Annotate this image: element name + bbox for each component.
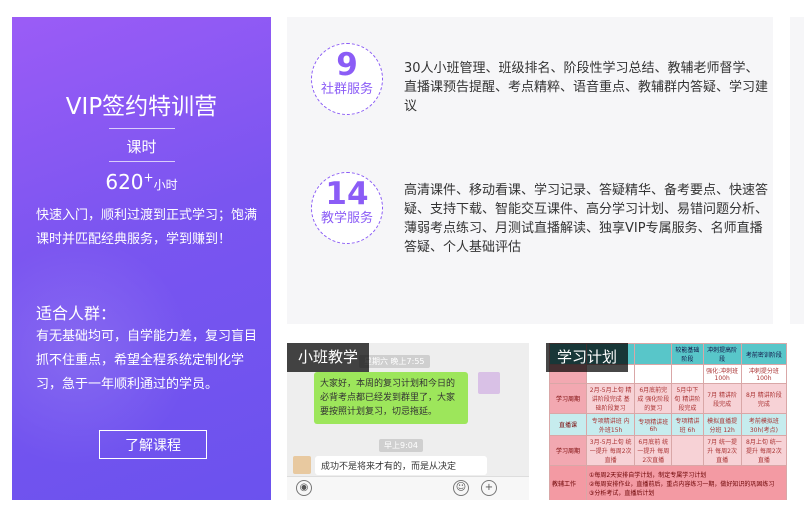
table-row: 教辅工作 ①每周2天安排自学计划，制定专属学习计划 ②每周安排作业，直播前后，重… (549, 465, 787, 500)
teaching-service-count: 14 (325, 176, 369, 212)
table-cell: 7月 统一提升 每周2次直播 (702, 435, 742, 466)
table-cell (634, 364, 673, 384)
table-cell: 较能基础阶段 (671, 343, 704, 365)
table-cell: 专项精讲班 6h (634, 413, 673, 436)
table-cell: 考前模拟班 30h(考点) (740, 413, 788, 436)
divider-bottom (109, 161, 175, 162)
table-cell (634, 343, 673, 365)
community-service-list: 30人小班管理、班级排名、阶段性学习总结、教辅老师督学、直播课预告提醒、考点精粹… (404, 61, 769, 114)
chat-message-2: 成功不是将来才有的，而是从决定 (315, 456, 487, 475)
table-cell: ①每周2天安排自学计划，制定专属学习计划 ②每周安排作业，直播前后，重点内容练习… (586, 465, 787, 500)
promo-hours: 620+小时 (12, 170, 271, 194)
table-cell: 5月中下旬 精讲阶段完成 (671, 383, 704, 414)
study-plan-photo: 学习计划 较能基础阶段 冲刺提高阶段 考前密训阶段 强化:冲刺班100h 冲刺提… (546, 343, 790, 500)
next-card-edge (790, 17, 804, 324)
emoji-icon: ☺ (453, 480, 469, 496)
services-panel: 9 社群服务 30人小班管理、班级排名、阶段性学习总结、教辅老师督学、直播课预告… (287, 17, 773, 324)
audience-description: 有无基础均可，自学能力差，复习盲目抓不住重点，希望全程系统定制化学习，急于一年顺… (36, 329, 258, 392)
table-note: ①每周2天安排自学计划，制定专属学习计划 (589, 472, 707, 479)
table-note: ③分析考试，直播后计划 (589, 490, 655, 497)
promo-description: 快速入门，顺利过渡到正式学习；饱满课时并匹配经典服务，学到赚到！ (36, 208, 258, 247)
teaching-service-badge: 14 教学服务 (311, 172, 383, 244)
table-cell: 3月-5月上旬 统一提升 每周2次直播 (585, 435, 636, 466)
community-service-count: 9 (336, 47, 358, 83)
table-cell: 模拟直播提分班 12h (702, 413, 742, 436)
table-cell: 专项精讲班 内外班15h (585, 413, 636, 436)
table-row-header: 学习周期 (549, 435, 587, 466)
promo-subtitle: 课时 (126, 138, 157, 156)
chat-timestamp-1: 星期六 晚上7:55 (359, 355, 430, 368)
table-note: ②每周安排作业，直播前后，重点内容练习一期，做好知识的巩固练习 (589, 481, 775, 488)
plus-icon: + (481, 480, 497, 496)
table-row-header: 教辅工作 (549, 465, 587, 500)
avatar (293, 456, 311, 474)
table-cell: 考前密训阶段 (740, 343, 788, 365)
table-cell: 8月 精讲阶段完成 (740, 383, 788, 414)
table-cell: 冲刺提高阶段 (702, 343, 742, 365)
study-plan-label: 学习计划 (546, 343, 629, 372)
table-cell: 6月底前 统一提升 每周2次直播 (634, 435, 673, 466)
small-class-label: 小班教学 (287, 343, 370, 372)
table-cell: 8月上旬 统一提升 每周2次直播 (740, 435, 788, 466)
audience-title: 适合人群： (36, 304, 117, 323)
table-row: 学习周期 3月-5月上旬 统一提升 每周2次直播 6月底前 统一提升 每周2次直… (549, 435, 788, 466)
hours-plus: + (143, 170, 154, 185)
chat-message-1: 大家好，本周的复习计划和今日的必背考点都已经发到群里了，大家要按照计划复习，切忌… (314, 372, 468, 424)
table-cell (671, 364, 704, 384)
table-cell: 专项精讲班 6h (671, 413, 704, 436)
community-service-badge: 9 社群服务 (311, 43, 383, 115)
avatar (478, 372, 500, 394)
teaching-service-label: 教学服务 (320, 211, 373, 226)
hours-value: 620 (105, 170, 144, 194)
voice-icon: ◉ (296, 480, 312, 496)
vip-promo-card: VIP签约特训营 课时 620+小时 快速入门，顺利过渡到正式学习；饱满课时并匹… (12, 17, 271, 500)
table-row: 学习周期 2月-5月上旬 精讲阶段完成 基础阶段复习 6月底前完成 强化阶段的复… (549, 383, 788, 414)
hours-unit: 小时 (153, 178, 178, 192)
table-cell: 强化:冲刺班100h (702, 364, 742, 384)
teaching-service-list: 高清课件、移动看课、学习记录、答疑精华、备考要点、快速答疑、支持下载、智能交互课… (404, 183, 769, 255)
table-row-header: 直播课 (549, 413, 587, 436)
chat-input-bar: ◉ ☺ + (287, 476, 529, 500)
divider-top (109, 128, 175, 129)
small-class-photo: 小班教学 星期六 晚上7:55 大家好，本周的复习计划和今日的必背考点都已经发到… (287, 343, 529, 500)
table-cell: 6月底前完成 强化阶段的复习 (634, 383, 673, 414)
chat-timestamp-2: 早上9:04 (379, 439, 423, 452)
table-cell: 冲刺提分班100h (740, 364, 788, 384)
table-cell: 7月 精讲阶段完成 (702, 383, 742, 414)
table-cell: 2月-5月上旬 精讲阶段完成 基础阶段复习 (585, 383, 636, 414)
table-cell (671, 435, 704, 466)
community-service-label: 社群服务 (320, 82, 373, 97)
learn-course-button[interactable]: 了解课程 (99, 430, 207, 459)
promo-title: VIP签约特训营 (65, 94, 218, 120)
table-row: 直播课 专项精讲班 内外班15h 专项精讲班 6h 专项精讲班 6h 模拟直播提… (549, 413, 788, 436)
table-row-header: 学习周期 (549, 383, 587, 414)
